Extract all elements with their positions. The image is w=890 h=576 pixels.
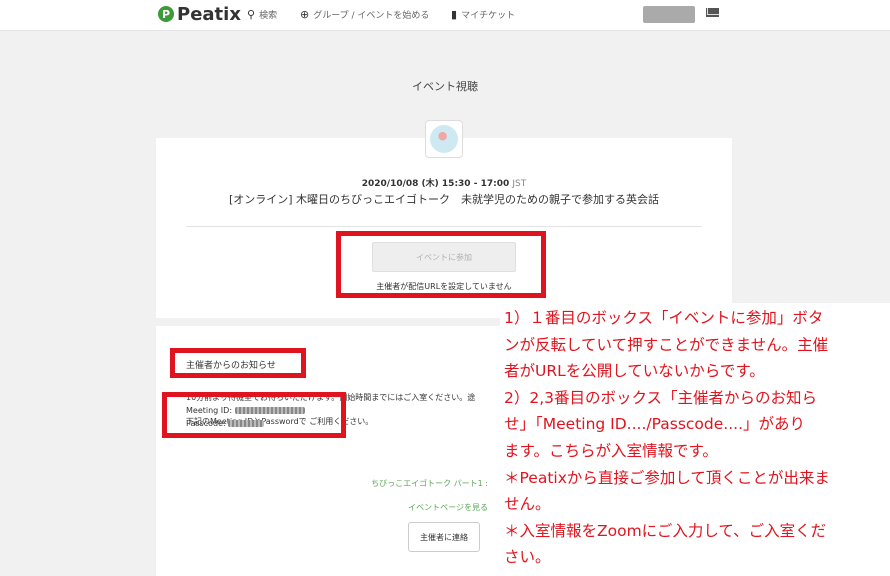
event-timezone: JST	[512, 179, 527, 189]
annotation-line: せ」「Meeting ID..../Passcode....」があり	[504, 415, 805, 434]
event-info-card: 2020/10/08 (木) 15:30 - 17:00 JST [オンライン]…	[156, 138, 732, 318]
top-navigation-bar: P Peatix ⚲ 検索 ⊕ グループ / イベントを始める ▮ マイチケット	[0, 0, 890, 31]
mail-icon[interactable]	[706, 8, 719, 17]
notice-heading: 主催者からのお知らせ	[186, 361, 276, 371]
peatix-logo-icon: P	[158, 6, 174, 22]
notice-body-line1: 10分前より待機室でお待ちいただけます。開始時間までにはご入室ください。途	[186, 393, 476, 402]
nav-create-event[interactable]: ⊕ グループ / イベントを始める	[300, 8, 429, 21]
annotation-note: 1）１番目のボックス「イベントに参加」ボタ ンが反転していて押すことができません…	[500, 303, 890, 576]
passcode-line: Passcode:	[186, 419, 265, 428]
ticket-icon: ▮	[451, 8, 458, 21]
join-event-button[interactable]: イベントに参加	[372, 242, 516, 272]
annotation-line: さい。	[504, 548, 551, 567]
event-datetime-text: 2020/10/08 (木) 15:30 - 17:00	[361, 179, 510, 189]
meeting-id-line: Meeting ID:	[186, 406, 305, 415]
event-datetime: 2020/10/08 (木) 15:30 - 17:00 JST	[156, 176, 732, 189]
peatix-logo[interactable]: P Peatix	[158, 3, 241, 25]
divider	[186, 226, 702, 227]
search-icon: ⚲	[247, 8, 256, 21]
nav-tickets-label: マイチケット	[461, 11, 516, 21]
annotation-line: せん。	[504, 495, 551, 514]
brand-name: Peatix	[177, 3, 241, 25]
event-title: [オンライン] 木曜日のちびっこエイゴトーク 未就学児のための親子で参加する英会…	[228, 193, 660, 206]
passcode-label: Passcode:	[186, 419, 226, 428]
page-title: イベント視聴	[412, 80, 478, 93]
annotation-line: 1）１番目のボックス「イベントに参加」ボタ	[504, 309, 824, 327]
url-not-set-note: 主催者が配信URLを設定していません	[376, 282, 512, 291]
nav-search[interactable]: ⚲ 検索	[247, 8, 277, 21]
event-page-link[interactable]: イベントページを見る	[408, 502, 488, 513]
passcode-redacted	[228, 420, 265, 427]
event-logo-image	[430, 125, 458, 153]
nav-my-tickets[interactable]: ▮ マイチケット	[451, 8, 515, 21]
annotation-line: ＊Peatixから直接ご参加して頂くことが出来ま	[504, 468, 830, 487]
nav-create-label: グループ / イベントを始める	[313, 11, 430, 21]
contact-organizer-button[interactable]: 主催者に連絡	[408, 522, 480, 552]
annotation-line: ます。こちらが入室情報です。	[504, 441, 718, 460]
annotation-line: ンが反転していて押すことができません。主催	[504, 335, 829, 354]
nav-search-label: 検索	[259, 11, 278, 21]
annotation-line: 者がURLを公開していないからです。	[504, 362, 765, 381]
user-menu[interactable]	[643, 6, 695, 23]
event-series-link[interactable]: ちびっこエイゴトーク パート1 :	[371, 478, 488, 489]
annotation-line: ＊入室情報をZoomにご入力して、ご入室くだ	[504, 521, 827, 540]
meeting-id-label: Meeting ID:	[186, 406, 233, 415]
event-logo	[425, 120, 463, 158]
meeting-id-redacted	[234, 407, 305, 414]
annotation-line: 2）2,3番目のボックス「主催者からのお知ら	[504, 388, 818, 407]
plus-circle-icon: ⊕	[300, 8, 310, 21]
